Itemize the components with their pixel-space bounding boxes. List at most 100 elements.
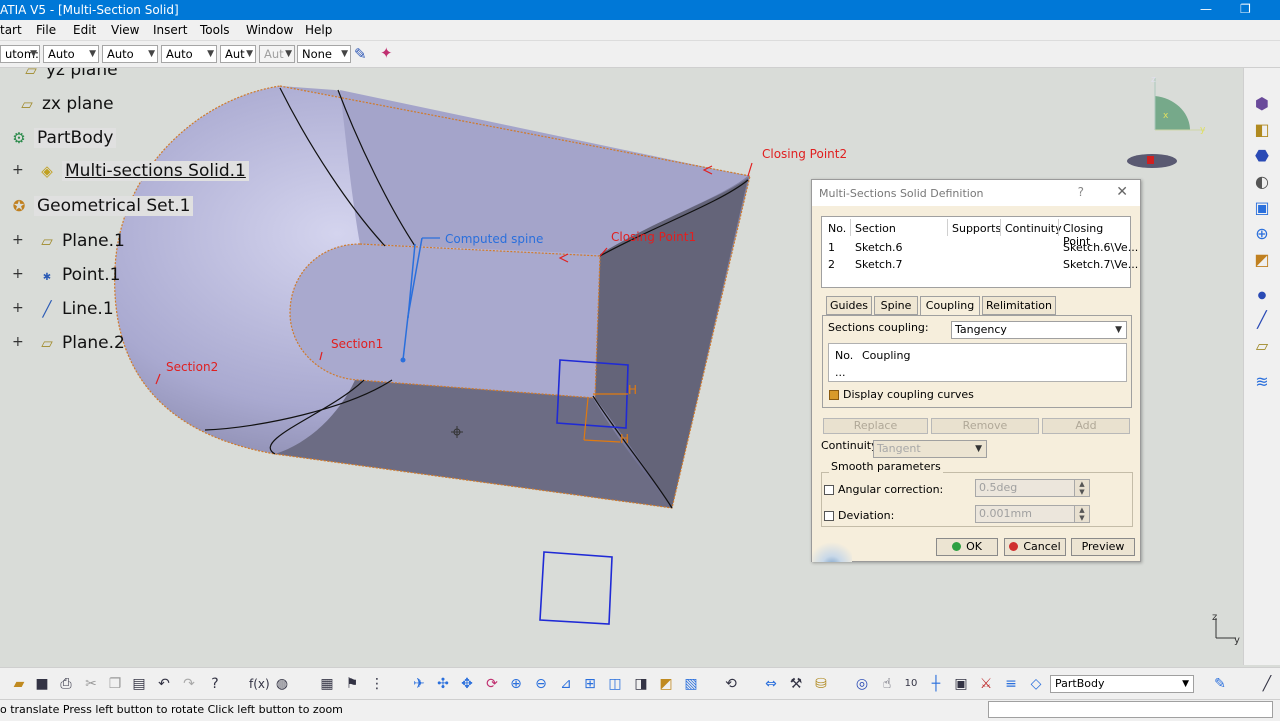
table-cell[interactable]: 1 xyxy=(828,241,835,254)
binary-icon[interactable]: 10 xyxy=(902,675,920,693)
pan-icon[interactable]: ✥ xyxy=(458,675,476,693)
restore-button[interactable]: ❐ xyxy=(1240,2,1251,16)
expand-icon[interactable]: + xyxy=(12,266,24,282)
table-cell[interactable]: Sketch.6\Ve... xyxy=(1063,241,1138,254)
zoom-out-icon[interactable]: ⊖ xyxy=(532,675,550,693)
transparency-combo[interactable]: Auto ▼ xyxy=(102,45,158,63)
table-cell[interactable]: 2 xyxy=(828,258,835,271)
preview-button[interactable]: Preview xyxy=(1071,538,1135,556)
table-cell[interactable]: Sketch.7 xyxy=(855,258,903,271)
menu-tools[interactable]: Tools xyxy=(200,23,230,37)
menu-window[interactable]: Window xyxy=(246,23,293,37)
cut-icon[interactable]: ✂ xyxy=(82,675,100,693)
point-tool-icon[interactable]: ● xyxy=(1252,286,1272,306)
remove-button[interactable]: Remove xyxy=(931,418,1039,434)
snap-icon[interactable]: ▣ xyxy=(952,675,970,693)
table-icon[interactable]: ▦ xyxy=(318,675,336,693)
ok-button[interactable]: OK xyxy=(936,538,998,556)
deviation-checkbox[interactable] xyxy=(824,511,834,521)
multi-view-icon[interactable]: ⊞ xyxy=(581,675,599,693)
menu-help[interactable]: Help xyxy=(305,23,332,37)
hide-show-icon[interactable]: ◩ xyxy=(657,675,675,693)
tree-item-point-1[interactable]: ✱ Point.1 xyxy=(36,265,121,285)
tree-item-partbody[interactable]: ⚙ PartBody xyxy=(8,128,117,148)
expand-toolbar-icon[interactable]: ╱ xyxy=(1258,675,1276,693)
cancel-button[interactable]: Cancel xyxy=(1004,538,1066,556)
normal-view-icon[interactable]: ⊿ xyxy=(557,675,575,693)
sketcher-icon[interactable]: ✎ xyxy=(1211,675,1229,693)
redo-icon[interactable]: ↷ xyxy=(180,675,198,693)
add-button[interactable]: Add xyxy=(1042,418,1130,434)
close-button[interactable]: ✕ xyxy=(1116,184,1128,200)
update-icon[interactable]: ⟲ xyxy=(722,675,740,693)
swap-visible-icon[interactable]: ▧ xyxy=(682,675,700,693)
minimize-button[interactable]: — xyxy=(1200,2,1212,16)
coupling-list[interactable]: No. Coupling ... xyxy=(828,343,1127,382)
knowledge-icon[interactable]: ◍ xyxy=(273,675,291,693)
tab-spine[interactable]: Spine xyxy=(874,296,918,315)
hand-icon[interactable]: ☝ xyxy=(878,675,896,693)
slot-icon[interactable]: ◩ xyxy=(1252,250,1272,270)
print-icon[interactable]: ⎙ xyxy=(57,675,75,693)
tab-guides[interactable]: Guides xyxy=(826,296,872,315)
line-type-combo[interactable]: Aut ▼ xyxy=(220,45,256,63)
copy-icon[interactable]: ❐ xyxy=(106,675,124,693)
display-coupling-curves-checkbox[interactable] xyxy=(829,390,839,400)
measure-between-icon[interactable]: ⇔ xyxy=(762,675,780,693)
hole-icon[interactable]: ▣ xyxy=(1252,198,1272,218)
measure-item-icon[interactable]: ⚒ xyxy=(787,675,805,693)
painter-icon[interactable]: ✎ xyxy=(354,45,367,63)
iso-view-icon[interactable]: ◫ xyxy=(606,675,624,693)
plane-tool-icon[interactable]: ▱ xyxy=(1252,336,1272,356)
paste-icon[interactable]: ▤ xyxy=(130,675,148,693)
expand-icon[interactable]: + xyxy=(12,232,24,248)
undo-icon[interactable]: ↶ xyxy=(155,675,173,693)
list-icon[interactable]: ≡ xyxy=(1002,675,1020,693)
whats-this-icon[interactable]: ? xyxy=(206,675,224,693)
tree-item-multi-sections-solid[interactable]: ◈ Multi-sections Solid.1 xyxy=(36,161,249,181)
menu-insert[interactable]: Insert xyxy=(153,23,187,37)
menu-file[interactable]: File xyxy=(36,23,56,37)
menu-view[interactable]: View xyxy=(111,23,139,37)
groove-icon[interactable]: ◐ xyxy=(1252,172,1272,192)
color-combo[interactable]: Auto ▼ xyxy=(43,45,99,63)
sections-coupling-combo[interactable]: Tangency ▼ xyxy=(951,321,1127,339)
replace-button[interactable]: Replace xyxy=(823,418,928,434)
pocket-icon[interactable]: ◧ xyxy=(1252,120,1272,140)
render-style-combo[interactable]: None ▼ xyxy=(297,45,351,63)
rib-icon[interactable]: ⊕ xyxy=(1252,224,1272,244)
format-painter-icon[interactable]: ✦ xyxy=(380,44,393,62)
save-icon[interactable]: ■ xyxy=(33,675,51,693)
measure-inertia-icon[interactable]: ⛁ xyxy=(812,675,830,693)
grid-icon[interactable]: ⋮ xyxy=(368,675,386,693)
menu-start[interactable]: tart xyxy=(0,23,22,37)
layer-icon[interactable]: ◇ xyxy=(1027,675,1045,693)
tree-item-plane-1[interactable]: ▱ Plane.1 xyxy=(36,231,125,251)
tree-item-line-1[interactable]: ╱ Line.1 xyxy=(36,299,113,319)
tab-coupling[interactable]: Coupling xyxy=(920,296,980,316)
open-icon[interactable]: ▰ xyxy=(10,675,28,693)
stack-icon[interactable]: ≋ xyxy=(1252,372,1272,392)
table-cell[interactable]: Sketch.6 xyxy=(855,241,903,254)
current-body-combo[interactable]: PartBody ▼ xyxy=(1050,675,1194,693)
shading-icon[interactable]: ◨ xyxy=(632,675,650,693)
fly-mode-icon[interactable]: ✈ xyxy=(410,675,428,693)
tree-item-yz-plane[interactable]: ▱ yz plane xyxy=(20,68,117,80)
list-item[interactable]: ... xyxy=(835,366,846,379)
shaft-icon[interactable]: ⬣ xyxy=(1252,146,1272,166)
formula-icon[interactable]: f(x) xyxy=(249,675,270,693)
pad-icon[interactable]: ⬢ xyxy=(1252,94,1272,114)
catalog-icon[interactable]: ⚑ xyxy=(343,675,361,693)
layer-combo[interactable]: utom: ▼ xyxy=(0,45,40,63)
tree-item-zx-plane[interactable]: ▱ zx plane xyxy=(16,94,113,114)
fit-all-icon[interactable]: ✣ xyxy=(434,675,452,693)
angular-correction-checkbox[interactable] xyxy=(824,485,834,495)
rotate-icon[interactable]: ⟳ xyxy=(483,675,501,693)
line-thickness-combo[interactable]: Auto ▼ xyxy=(161,45,217,63)
zoom-in-icon[interactable]: ⊕ xyxy=(507,675,525,693)
tools-icon[interactable]: ⚔ xyxy=(977,675,995,693)
axis-icon[interactable]: ┼ xyxy=(927,675,945,693)
apply-material-icon[interactable]: ◎ xyxy=(853,675,871,693)
command-input[interactable] xyxy=(988,701,1273,718)
table-cell[interactable]: Sketch.7\Ve... xyxy=(1063,258,1138,271)
